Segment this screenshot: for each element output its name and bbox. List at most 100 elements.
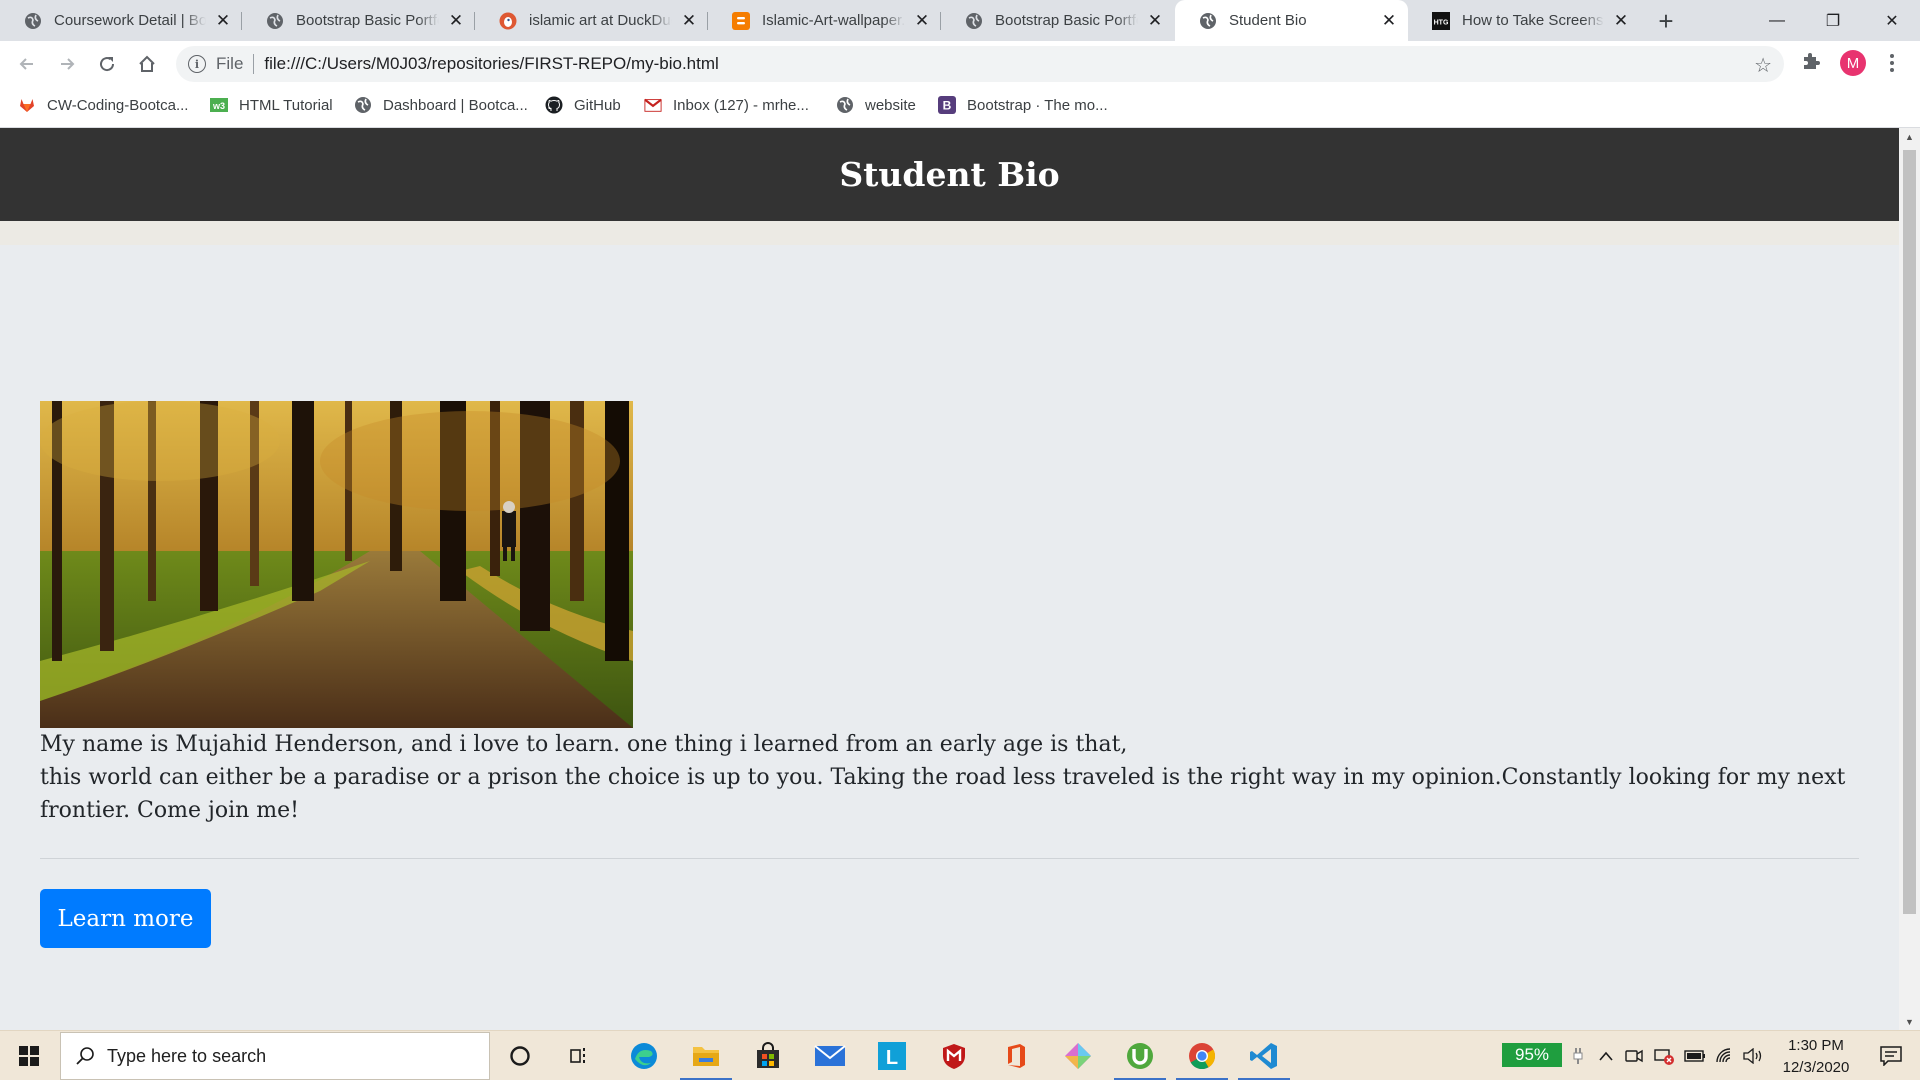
home-button[interactable] — [132, 49, 162, 79]
chrome-icon[interactable] — [1172, 1031, 1232, 1080]
bookmark-website[interactable]: website — [836, 87, 916, 123]
page-scrollbar[interactable]: ▲ ▼ — [1899, 128, 1920, 1030]
browser-menu-icon[interactable] — [1884, 50, 1900, 76]
tab-title: Bootstrap Basic Portfoli — [995, 12, 1138, 29]
chevron-up-icon[interactable] — [1594, 1031, 1618, 1080]
scroll-up-arrow-icon[interactable]: ▲ — [1899, 128, 1920, 145]
network-warning-icon[interactable] — [1650, 1031, 1678, 1080]
search-placeholder: Type here to search — [107, 1045, 267, 1066]
close-icon[interactable]: ✕ — [1612, 11, 1630, 30]
windows-logo-icon — [19, 1046, 39, 1066]
bookmark-star-icon[interactable]: ☆ — [1754, 53, 1772, 78]
bookmark-bootstrap[interactable]: B Bootstrap · The mo... — [938, 87, 1108, 123]
globe-icon — [24, 12, 42, 30]
bookmark-label: CW-Coding-Bootca... — [47, 96, 189, 114]
power-plug-icon[interactable] — [1566, 1031, 1590, 1080]
tab-title: How to Take Screensho — [1462, 12, 1604, 29]
url-text[interactable]: file:///C:/Users/M0J03/repositories/FIRS… — [264, 54, 718, 74]
tab-student-bio[interactable]: Student Bio ✕ — [1175, 0, 1408, 41]
system-clock[interactable]: 1:30 PM 12/3/2020 — [1768, 1035, 1864, 1079]
scrollbar-thumb[interactable] — [1903, 150, 1916, 914]
task-view-icon[interactable] — [550, 1031, 610, 1080]
address-bar[interactable]: i File file:///C:/Users/M0J03/repositori… — [176, 46, 1784, 82]
bookmark-dashboard-bootcamp[interactable]: Dashboard | Bootca... — [354, 87, 528, 123]
w3-label: w3 — [212, 101, 225, 111]
github-icon — [545, 96, 563, 114]
close-icon[interactable]: ✕ — [1380, 11, 1398, 30]
office-icon[interactable] — [986, 1031, 1046, 1080]
scroll-down-arrow-icon[interactable]: ▼ — [1899, 1013, 1920, 1030]
meet-now-icon[interactable] — [1622, 1031, 1646, 1080]
browser-toolbar: i File file:///C:/Users/M0J03/repositori… — [0, 41, 1920, 87]
info-icon[interactable]: i — [188, 55, 206, 73]
close-icon[interactable]: ✕ — [680, 11, 698, 30]
close-icon[interactable]: ✕ — [913, 11, 931, 30]
start-button[interactable] — [0, 1031, 58, 1080]
htg-label: HTG — [1434, 19, 1449, 26]
forward-button[interactable] — [52, 49, 82, 79]
tab-duckduckgo-search[interactable]: islamic art at DuckDuck ✕ — [475, 0, 708, 41]
reload-button[interactable] — [92, 49, 122, 79]
restore-button[interactable]: ❐ — [1805, 0, 1861, 41]
tab-title: Student Bio — [1229, 12, 1307, 29]
tab-title: Coursework Detail | Bo — [54, 12, 206, 29]
tab-coursework-detail[interactable]: Coursework Detail | Bo ✕ — [0, 0, 242, 41]
tab-title: Islamic-Art-wallpaper.jp — [762, 12, 905, 29]
bookmark-label: HTML Tutorial — [239, 96, 333, 114]
utorrent-icon[interactable] — [1110, 1031, 1170, 1080]
extensions-puzzle-icon[interactable] — [1800, 49, 1824, 73]
gitlab-icon — [18, 96, 36, 114]
tab-bootstrap-portfolio-2[interactable]: Bootstrap Basic Portfoli ✕ — [941, 0, 1174, 41]
bookmark-gmail-inbox[interactable]: Inbox (127) - mrhe... — [644, 87, 809, 123]
file-explorer-icon[interactable] — [676, 1031, 736, 1080]
htg-icon: HTG — [1432, 11, 1450, 30]
clock-date: 12/3/2020 — [1782, 1059, 1850, 1076]
app-l-icon[interactable]: L — [862, 1031, 922, 1080]
bookmark-github[interactable]: GitHub — [545, 87, 621, 123]
bio-line-1: My name is Mujahid Henderson, and i love… — [40, 732, 1128, 757]
taskbar-search-input[interactable]: Type here to search — [60, 1032, 490, 1080]
store-icon[interactable] — [738, 1031, 798, 1080]
minimize-button[interactable]: — — [1749, 0, 1805, 41]
close-window-button[interactable]: ✕ — [1864, 0, 1920, 41]
close-icon[interactable]: ✕ — [1146, 11, 1164, 30]
header-divider-band — [0, 221, 1899, 245]
new-tab-button[interactable]: + — [1652, 6, 1680, 36]
cortana-icon[interactable] — [490, 1031, 550, 1080]
globe-icon — [1199, 12, 1217, 30]
site-header: Student Bio — [0, 128, 1899, 221]
bookmark-label: website — [865, 96, 916, 114]
tab-bootstrap-portfolio-1[interactable]: Bootstrap Basic Portfoli ✕ — [242, 0, 475, 41]
vscode-icon[interactable] — [1234, 1031, 1294, 1080]
battery-percent-badge[interactable]: 95% — [1502, 1043, 1562, 1067]
page-title: Student Bio — [839, 155, 1060, 194]
volume-icon[interactable] — [1740, 1031, 1766, 1080]
close-icon[interactable]: ✕ — [214, 11, 232, 30]
profile-avatar[interactable]: M — [1840, 50, 1866, 76]
back-arrow-icon — [19, 58, 33, 70]
bookmark-cw-coding-bootcamp[interactable]: CW-Coding-Bootca... — [18, 87, 188, 123]
edge-icon[interactable] — [614, 1031, 674, 1080]
search-icon — [76, 1047, 94, 1065]
reload-icon — [100, 57, 115, 72]
battery-icon[interactable] — [1682, 1031, 1708, 1080]
back-button[interactable] — [12, 49, 42, 79]
app-diamond-icon[interactable] — [1048, 1031, 1108, 1080]
tab-how-to-take-screenshot[interactable]: HTG How to Take Screensho ✕ — [1408, 0, 1640, 41]
bookmark-label: Dashboard | Bootca... — [383, 96, 528, 114]
section-divider — [40, 858, 1859, 859]
bookmark-label: Bootstrap · The mo... — [967, 96, 1108, 114]
close-icon[interactable]: ✕ — [447, 11, 465, 30]
bookmarks-bar: CW-Coding-Bootca... w3 HTML Tutorial Das… — [0, 87, 1920, 128]
w3schools-icon: w3 — [210, 96, 228, 114]
globe-icon — [266, 12, 284, 30]
tab-islamic-art-wallpaper[interactable]: Islamic-Art-wallpaper.jp ✕ — [708, 0, 941, 41]
bookmark-html-tutorial[interactable]: w3 HTML Tutorial — [210, 87, 333, 123]
learn-more-button[interactable]: Learn more — [40, 889, 211, 948]
windows-taskbar: Type here to search L 95% 1:30 PM 12/3/2… — [0, 1030, 1920, 1080]
mcafee-icon[interactable] — [924, 1031, 984, 1080]
gmail-icon — [644, 96, 662, 114]
mail-icon[interactable] — [800, 1031, 860, 1080]
wifi-icon[interactable] — [1712, 1031, 1738, 1080]
notification-center-icon[interactable] — [1866, 1031, 1916, 1080]
